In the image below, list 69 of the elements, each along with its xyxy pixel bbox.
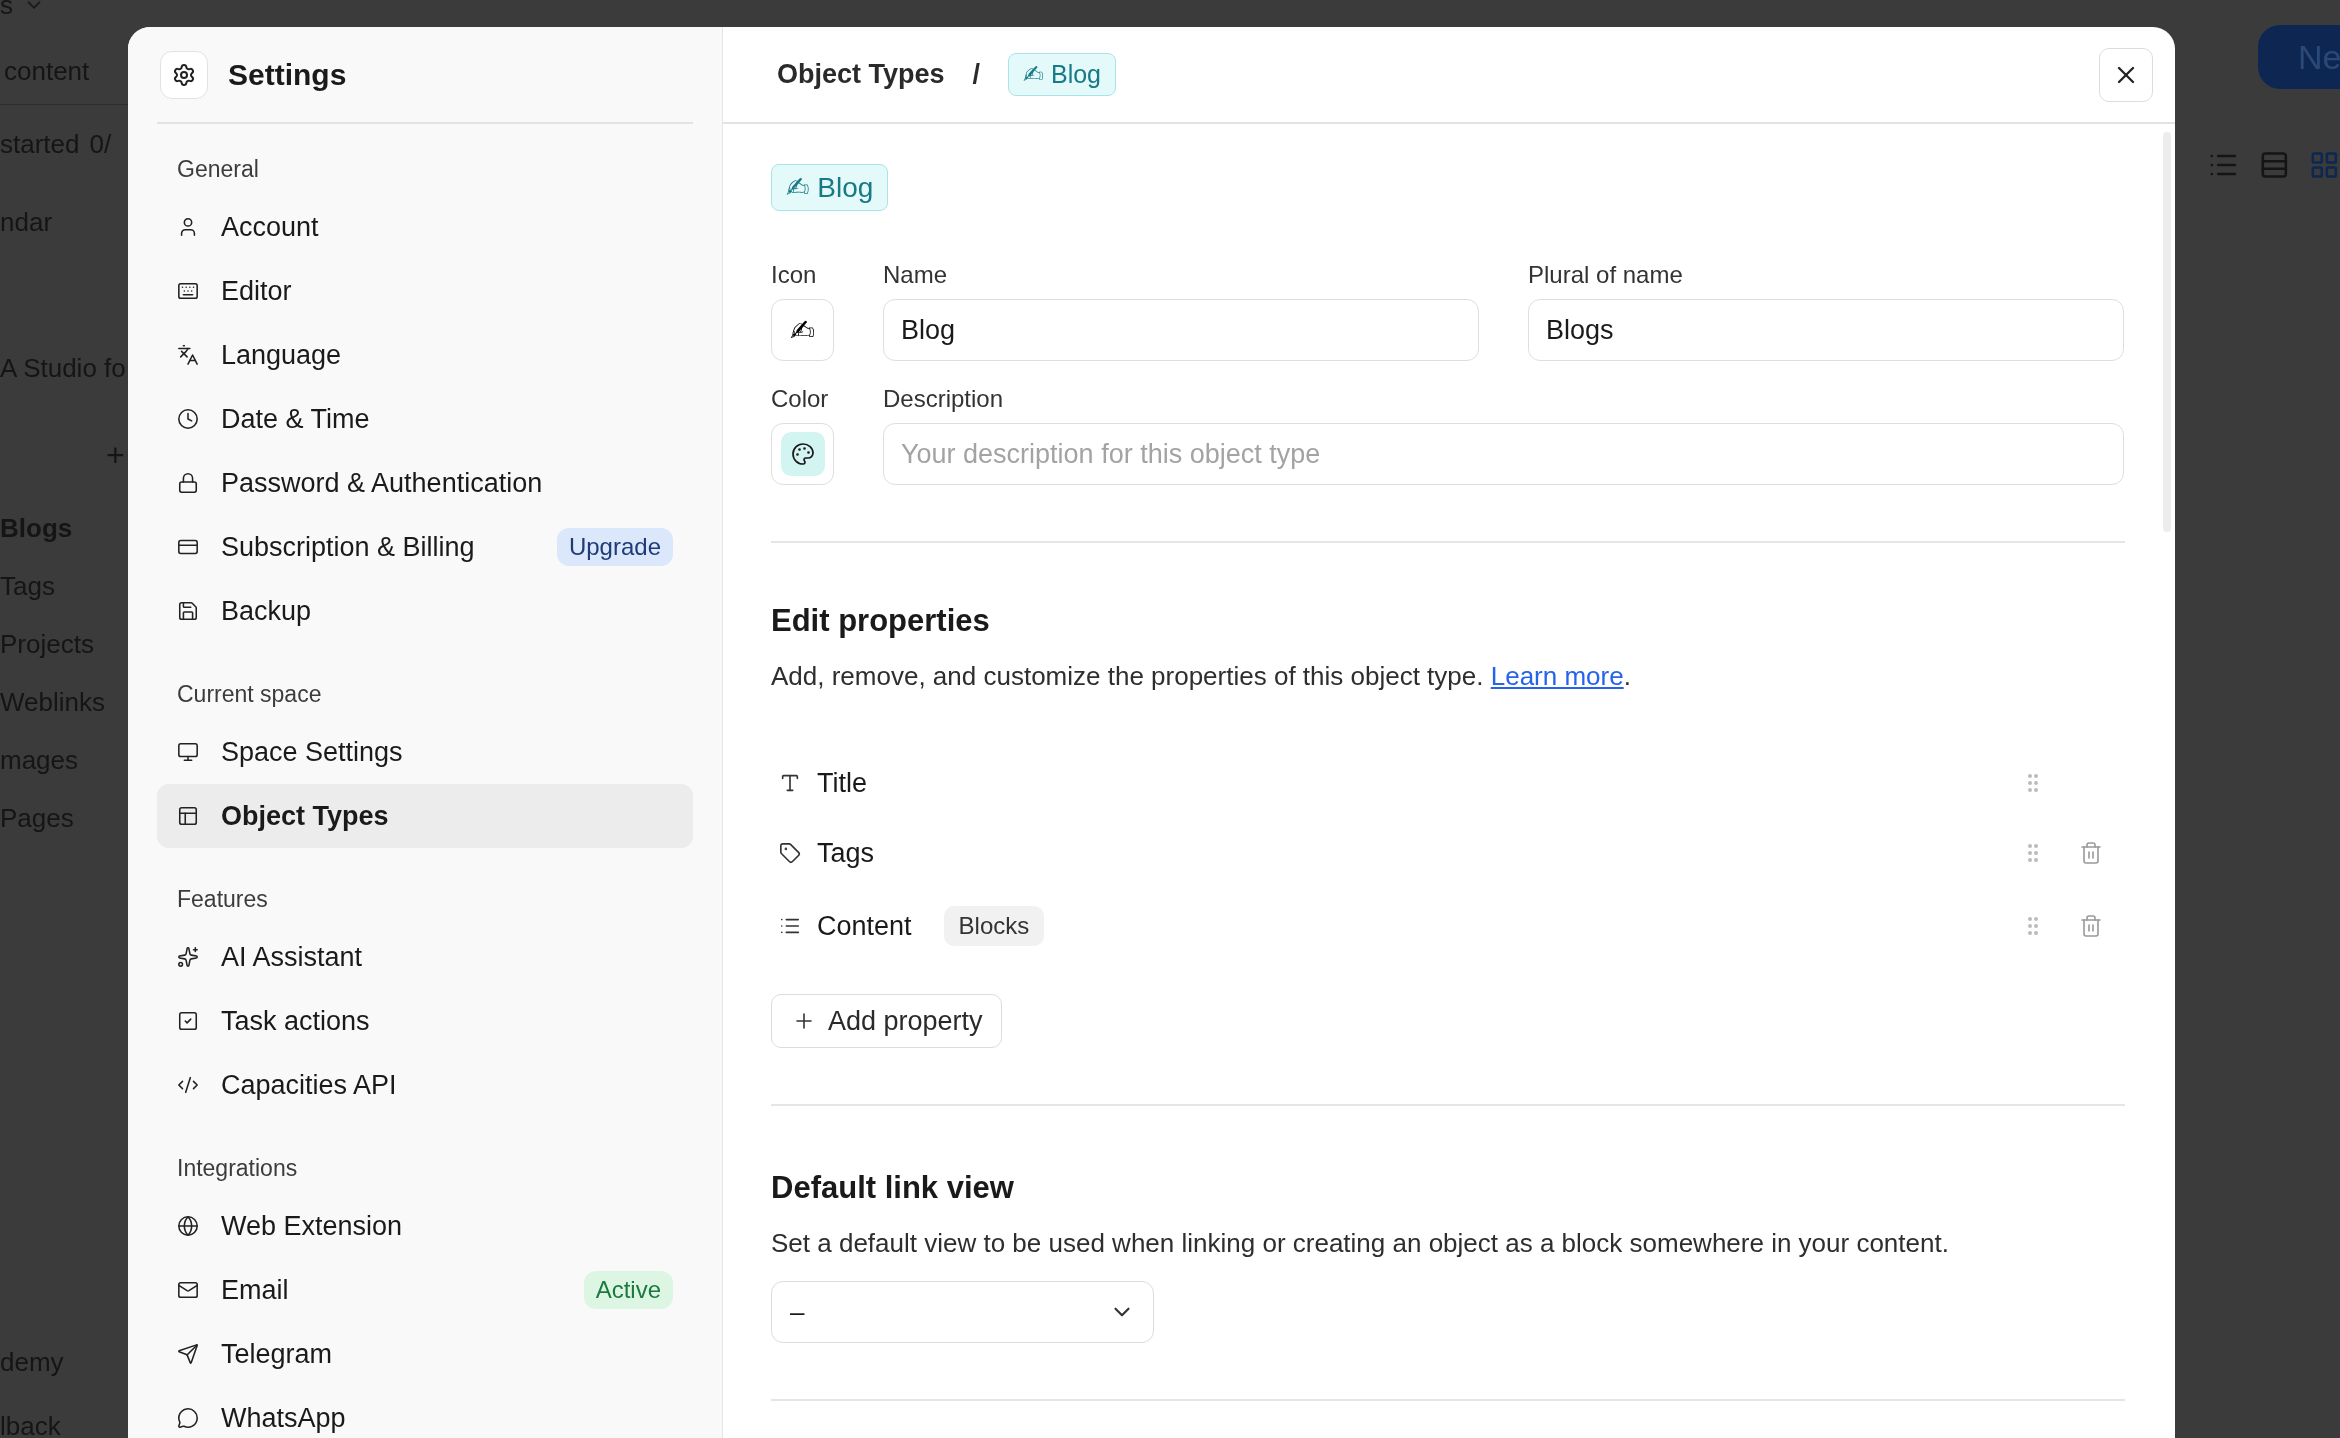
status-badge: Active xyxy=(583,1271,673,1309)
plural-field[interactable]: Blogs xyxy=(1528,299,2124,361)
sidebar-item[interactable]: Object Types xyxy=(157,784,693,848)
section-title: Edit properties xyxy=(771,603,991,639)
section-heading: Integrations xyxy=(176,1154,299,1183)
checkbox-icon xyxy=(177,1010,199,1032)
property-name[interactable]: Tags xyxy=(817,837,875,869)
sidebar-item[interactable]: Email Active xyxy=(157,1258,693,1322)
settings-icon xyxy=(172,62,196,87)
status-badge: Upgrade xyxy=(556,528,673,566)
code-icon xyxy=(177,1074,199,1096)
learn-more-link[interactable]: Learn more xyxy=(1490,661,1624,691)
section-description: Add, remove, and customize the properties of this object type. Learn more. xyxy=(771,661,1632,692)
field-label: Name xyxy=(883,260,949,290)
text-t-icon xyxy=(779,772,801,794)
color-picker[interactable] xyxy=(771,423,834,485)
section-heading: Current space xyxy=(176,680,323,709)
breadcrumb-chip[interactable]: ✍ Blog xyxy=(1008,53,1116,96)
paper-plane-icon xyxy=(177,1343,199,1365)
lock-icon xyxy=(177,472,199,494)
globe-icon xyxy=(177,1215,199,1237)
section-description: Set a default view to be used when linking or creating an object as a block somewhere in your content. xyxy=(771,1228,1950,1259)
sidebar-item[interactable]: WhatsApp xyxy=(157,1386,693,1438)
sidebar-item[interactable]: Telegram xyxy=(157,1322,693,1386)
translate-icon xyxy=(177,344,199,366)
field-label: Plural of name xyxy=(1528,260,1684,290)
sidebar-item[interactable]: Password & Authentication xyxy=(157,451,693,515)
layout-icon xyxy=(177,805,199,827)
sidebar-item[interactable]: AI Assistant xyxy=(157,925,693,989)
section-title: Default link view xyxy=(771,1170,1015,1206)
sidebar-item[interactable]: Capacities API xyxy=(157,1053,693,1117)
property-name[interactable]: Content xyxy=(817,910,912,942)
close-button[interactable] xyxy=(2099,47,2153,102)
sidebar-item[interactable]: Editor xyxy=(157,259,693,323)
envelope-icon xyxy=(177,1279,199,1301)
section-heading: Features xyxy=(176,885,269,914)
type-chip: ✍ Blog xyxy=(771,164,889,211)
monitor-icon xyxy=(177,741,199,763)
sidebar-item[interactable]: Backup xyxy=(157,579,693,643)
grid-view-icon[interactable] xyxy=(2309,149,2340,181)
sidebar-item[interactable]: Account xyxy=(157,195,693,259)
trash-icon[interactable] xyxy=(2079,914,2103,938)
sidebar-item[interactable]: Subscription & Billing Upgrade xyxy=(157,515,693,579)
sidebar-item[interactable]: Web Extension xyxy=(157,1194,693,1258)
link-view-dropdown[interactable]: – xyxy=(771,1281,1154,1343)
field-label: Icon xyxy=(771,260,818,290)
sidebar-title: Settings xyxy=(228,57,347,92)
sparkles-icon xyxy=(177,946,199,968)
icon-picker[interactable]: ✍ xyxy=(771,299,834,361)
tag-icon xyxy=(779,842,801,864)
sidebar-item[interactable]: Language xyxy=(157,323,693,387)
property-type-tag: Blocks xyxy=(943,906,1045,946)
field-label: Color xyxy=(771,384,830,414)
breadcrumb-separator: / xyxy=(972,59,981,90)
description-field[interactable]: Your description for this object type xyxy=(883,423,2124,485)
add-property-button[interactable]: Add property xyxy=(771,994,1002,1048)
name-field[interactable]: Blog xyxy=(883,299,1479,361)
chat-bubble-icon xyxy=(177,1407,199,1429)
sidebar-item[interactable]: Space Settings xyxy=(157,720,693,784)
breadcrumb-link[interactable]: Object Types xyxy=(777,59,945,90)
palette-icon xyxy=(790,442,815,466)
clock-icon xyxy=(177,408,199,430)
sidebar-item[interactable]: Date & Time xyxy=(157,387,693,451)
property-name[interactable]: Title xyxy=(817,767,867,799)
field-label: Description xyxy=(883,384,1005,414)
keyboard-icon xyxy=(177,280,199,302)
section-heading: General xyxy=(176,155,260,184)
trash-icon[interactable] xyxy=(2079,841,2103,865)
sidebar-item[interactable]: Task actions xyxy=(157,989,693,1053)
